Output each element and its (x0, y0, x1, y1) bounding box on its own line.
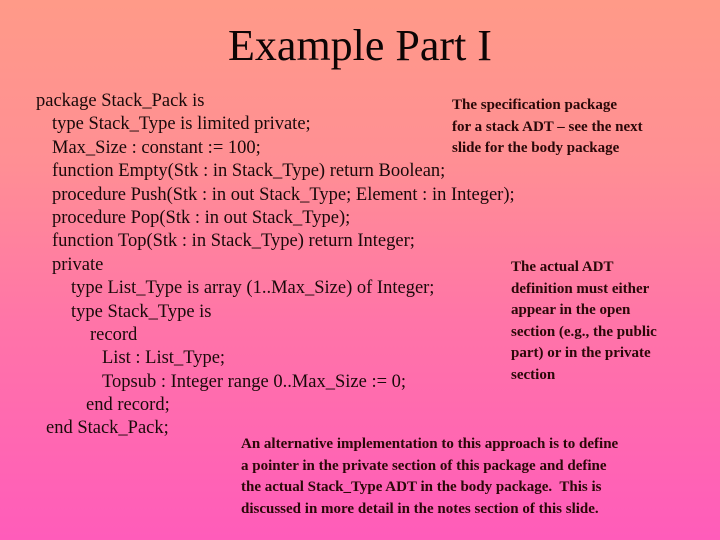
alternative-implementation-note: An alternative implementation to this ap… (241, 434, 618, 520)
slide-title: Example Part I (228, 21, 492, 70)
code-line: procedure Push(Stk : in out Stack_Type; … (52, 184, 515, 205)
note-line: a pointer in the private section of this… (241, 457, 607, 474)
code-line: List : List_Type; (102, 348, 226, 369)
code-line: procedure Pop(Stk : in out Stack_Type); (52, 207, 351, 228)
code-line: type Stack_Type is (71, 301, 212, 322)
code-line: private (52, 254, 104, 275)
note-line: part) or in the private (511, 345, 651, 362)
note-line: An alternative implementation to this ap… (241, 436, 619, 452)
note-line: section (e.g., the public (511, 323, 657, 340)
note-line: definition must either (511, 280, 650, 297)
code-line: type List_Type is array (1..Max_Size) of… (71, 278, 435, 299)
code-line: Topsub : Integer range 0..Max_Size := 0; (102, 371, 407, 392)
note-line: the actual Stack_Type ADT in the body pa… (241, 479, 602, 496)
code-line: end record; (86, 395, 170, 416)
note-line: discussed in more detail in the notes se… (241, 500, 599, 517)
note-line: for a stack ADT – see the next (452, 118, 643, 135)
code-line: record (90, 324, 138, 345)
code-line: function Top(Stk : in Stack_Type) return… (52, 231, 415, 252)
spec-package-note: The specification package for a stack AD… (452, 95, 643, 160)
note-line: slide for the body package (452, 140, 620, 157)
note-line: The actual ADT (511, 259, 614, 275)
note-line: section (511, 366, 556, 383)
note-line: appear in the open (511, 302, 631, 319)
adt-definition-note: The actual ADT definition must either ap… (511, 257, 657, 387)
note-line: The specification package (452, 97, 617, 113)
code-line: function Empty(Stk : in Stack_Type) retu… (52, 161, 446, 182)
